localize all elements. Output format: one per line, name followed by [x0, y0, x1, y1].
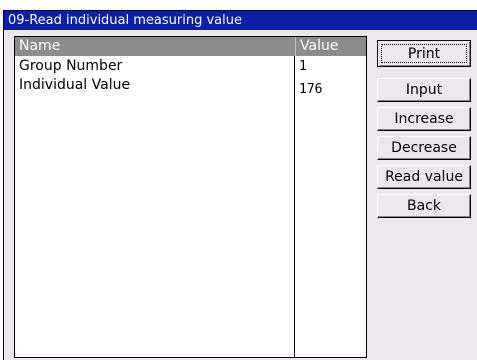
- column-divider: [294, 56, 295, 357]
- print-button-label: Print: [407, 45, 441, 62]
- values-table: Name Value Group Number 1 Individual Val…: [14, 36, 367, 358]
- row-value-cell: 1: [299, 59, 307, 74]
- column-header-value[interactable]: Value: [295, 37, 366, 56]
- back-button[interactable]: Back: [377, 194, 471, 218]
- table-header: Name Value: [15, 37, 366, 56]
- decrease-button[interactable]: Decrease: [377, 136, 471, 160]
- row-name-cell: Group Number: [19, 58, 123, 74]
- dialog-window: 09-Read individual measuring value Name …: [3, 10, 477, 360]
- increase-button[interactable]: Increase: [377, 107, 471, 131]
- input-button[interactable]: Input: [377, 78, 471, 102]
- row-value-cell: 176: [299, 82, 323, 97]
- column-header-name[interactable]: Name: [15, 37, 295, 56]
- window-title: 09-Read individual measuring value: [8, 13, 242, 28]
- table-row-group-number[interactable]: Group Number 1: [15, 57, 366, 76]
- title-bar: 09-Read individual measuring value: [4, 11, 477, 30]
- table-row-individual-value[interactable]: Individual Value 176: [15, 76, 366, 97]
- print-button[interactable]: Print: [377, 40, 471, 67]
- row-name-cell: Individual Value: [19, 77, 131, 93]
- read-value-button[interactable]: Read value: [377, 165, 471, 189]
